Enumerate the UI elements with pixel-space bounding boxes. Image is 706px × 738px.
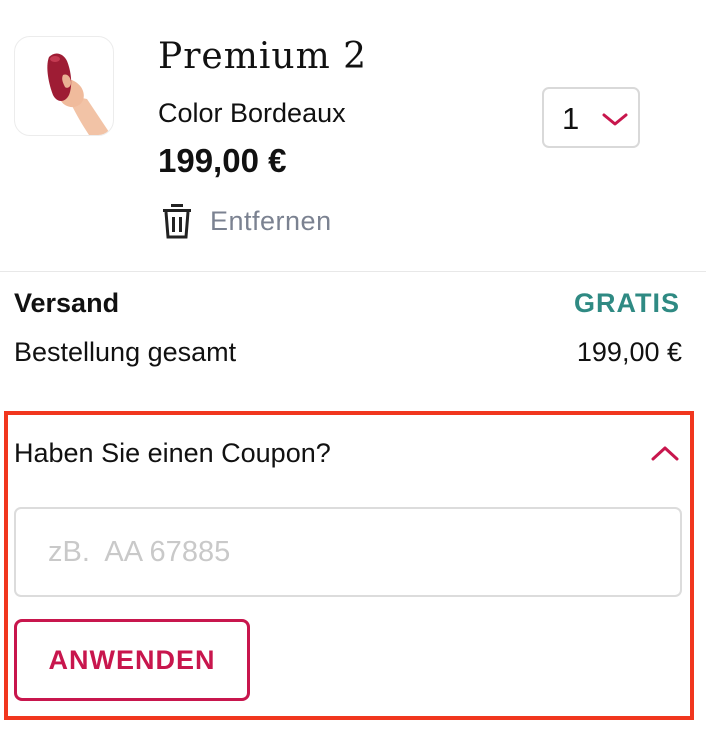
remove-button[interactable]: Entfernen bbox=[160, 202, 332, 240]
order-total-label: Bestellung gesamt bbox=[14, 337, 237, 367]
cart-item: Premium 2 Color Bordeaux 199,00 € Entfer… bbox=[0, 0, 706, 272]
order-total-value: 199,00 € bbox=[576, 337, 682, 367]
product-hand-icon bbox=[47, 53, 111, 135]
coupon-question: Haben Sie einen Coupon? bbox=[14, 438, 331, 468]
chevron-down-icon bbox=[602, 113, 628, 132]
quantity-select[interactable]: 1 bbox=[542, 87, 640, 148]
product-color: Color Bordeaux bbox=[158, 98, 346, 128]
apply-coupon-button[interactable]: ANWENDEN bbox=[14, 619, 250, 701]
coupon-input[interactable] bbox=[14, 507, 682, 597]
chevron-up-icon bbox=[650, 444, 680, 467]
product-title: Premium 2 bbox=[158, 36, 368, 77]
remove-label: Entfernen bbox=[210, 205, 332, 236]
section-divider bbox=[0, 271, 706, 272]
shipping-label: Versand bbox=[14, 288, 120, 318]
trash-icon bbox=[160, 203, 194, 239]
shipping-value: GRATIS bbox=[574, 288, 680, 318]
product-price: 199,00 € bbox=[158, 142, 287, 179]
coupon-toggle[interactable]: Haben Sie einen Coupon? bbox=[14, 436, 680, 476]
quantity-value: 1 bbox=[562, 101, 580, 136]
product-thumbnail[interactable] bbox=[14, 36, 114, 136]
